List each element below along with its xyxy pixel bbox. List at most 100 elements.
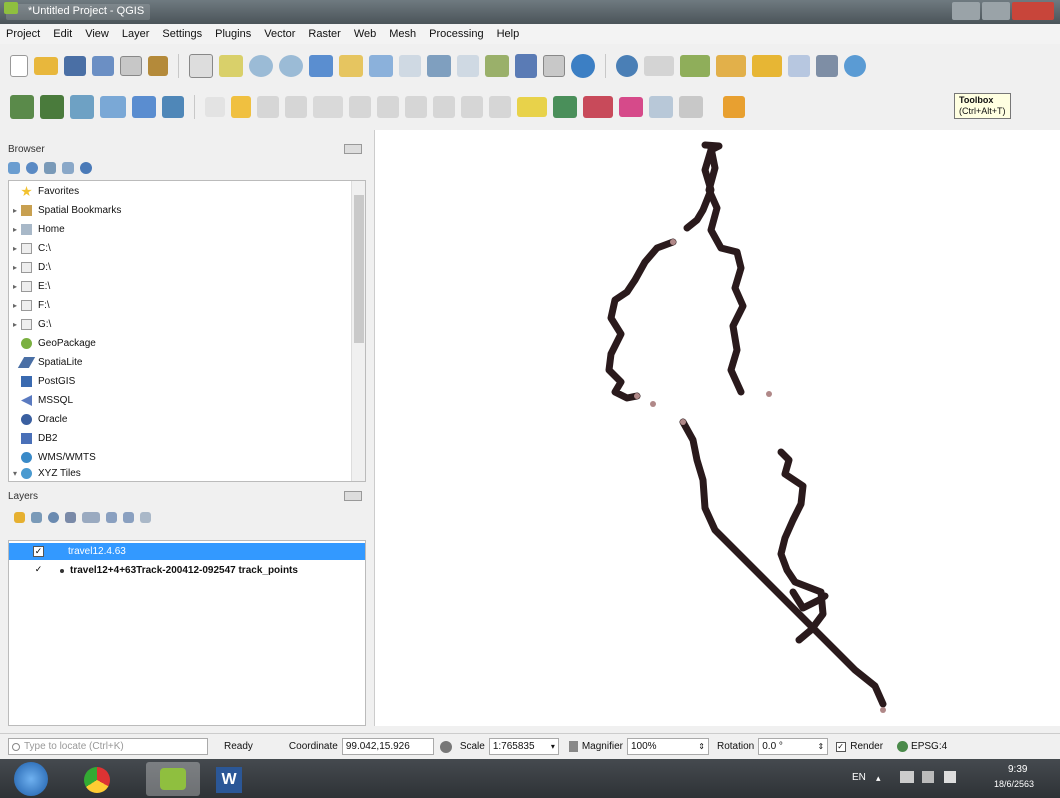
bookmark-new-icon[interactable] — [543, 55, 565, 77]
crs-globe-icon[interactable] — [897, 741, 909, 752]
add-group-icon[interactable] — [31, 512, 42, 523]
tree-item-xyz-tiles[interactable]: ▾ XYZ Tiles — [9, 466, 81, 481]
tray-up-arrow-icon[interactable]: ▴ — [876, 773, 881, 784]
move-label-icon[interactable] — [649, 96, 673, 118]
menu-web[interactable]: Web — [354, 28, 376, 40]
new-layer-icon[interactable] — [162, 96, 184, 118]
redo-icon[interactable] — [489, 96, 511, 118]
data-source-manager-icon[interactable] — [10, 95, 34, 119]
expand-icon[interactable]: ▸ — [9, 206, 21, 215]
zoom-out-icon[interactable] — [279, 55, 303, 77]
tree-item-geopackage[interactable]: GeoPackage — [9, 336, 96, 351]
close-button[interactable] — [1012, 2, 1054, 20]
layer-visibility-checkbox[interactable]: ✓ — [33, 546, 44, 557]
zoom-in-icon[interactable] — [249, 55, 273, 77]
magnifier-field[interactable]: 100% ⇕ — [626, 738, 709, 755]
vertex-tool-icon[interactable] — [313, 96, 343, 118]
crs-label[interactable]: EPSG:4 — [911, 741, 947, 752]
menu-edit[interactable]: Edit — [53, 28, 72, 40]
attribute-table-icon[interactable] — [752, 55, 782, 77]
expand-all-icon[interactable] — [106, 512, 117, 523]
filter-expression-icon[interactable] — [82, 512, 100, 523]
menu-mesh[interactable]: Mesh — [389, 28, 416, 40]
expand-icon[interactable]: ▸ — [9, 282, 21, 291]
save-as-icon[interactable] — [92, 56, 114, 76]
browser-tree[interactable]: Favorites ▸ Spatial Bookmarks ▸ Home ▸ C:\ … — [8, 180, 366, 482]
properties-icon[interactable] — [80, 162, 92, 174]
cut-features-icon[interactable] — [377, 96, 399, 118]
collapse-all-icon[interactable] — [62, 162, 74, 174]
tree-item-spatial-bookmarks[interactable]: ▸ Spatial Bookmarks — [9, 203, 121, 218]
browser-panel-dock-buttons[interactable] — [344, 144, 362, 154]
expand-icon[interactable]: ▸ — [9, 225, 21, 234]
tree-item-home[interactable]: ▸ Home — [9, 222, 65, 237]
collapse-all-icon[interactable] — [123, 512, 134, 523]
spinbox-arrows-icon[interactable]: ⇕ — [818, 742, 825, 751]
layers-panel-dock-buttons[interactable] — [344, 491, 362, 501]
manage-visibility-icon[interactable] — [48, 512, 59, 523]
language-indicator[interactable]: EN — [852, 772, 866, 783]
lock-icon[interactable] — [568, 741, 578, 752]
map-canvas[interactable] — [374, 130, 1060, 726]
expand-icon[interactable]: ▾ — [9, 469, 21, 478]
scale-field[interactable]: 1:765835 ▾ — [488, 738, 559, 755]
add-vector-icon[interactable] — [70, 95, 94, 119]
remove-layer-icon[interactable] — [140, 512, 151, 523]
undo-icon[interactable] — [461, 96, 483, 118]
zoom-last-icon[interactable] — [427, 55, 451, 77]
layer-visibility-checkbox[interactable]: ✓ — [33, 565, 44, 576]
refresh-icon[interactable] — [571, 54, 595, 78]
pan-icon[interactable] — [189, 54, 213, 78]
select-features-icon[interactable] — [644, 56, 674, 76]
new-3d-view-icon[interactable] — [515, 54, 537, 78]
refresh-icon[interactable] — [26, 162, 38, 174]
maximize-button[interactable] — [982, 2, 1010, 20]
menu-layer[interactable]: Layer — [122, 28, 150, 40]
print-layout-icon[interactable] — [120, 56, 142, 76]
style-panel-icon[interactable] — [14, 512, 25, 523]
tree-item-wms-wmts[interactable]: WMS/WMTS — [9, 450, 96, 465]
highlight-label-icon[interactable] — [619, 97, 643, 117]
menu-processing[interactable]: Processing — [429, 28, 483, 40]
menu-project[interactable]: Project — [6, 28, 40, 40]
spinbox-arrows-icon[interactable]: ⇕ — [698, 742, 705, 751]
tree-item-postgis[interactable]: PostGIS — [9, 374, 75, 389]
menu-plugins[interactable]: Plugins — [215, 28, 251, 40]
settings-gear-icon[interactable] — [844, 55, 866, 77]
tree-item-mssql[interactable]: MSSQL — [9, 393, 73, 408]
clock-date[interactable]: 18/6/2563 — [994, 779, 1034, 789]
zoom-next-icon[interactable] — [457, 55, 479, 77]
select-by-value-icon[interactable] — [680, 55, 710, 77]
expand-icon[interactable]: ▸ — [9, 301, 21, 310]
layer-row[interactable]: ✓ travel12+4+63Track-200412-092547 track… — [9, 562, 365, 579]
label-pin-icon[interactable] — [553, 96, 577, 118]
chrome-taskbar-button[interactable] — [72, 762, 122, 796]
delete-selected-icon[interactable] — [349, 96, 371, 118]
expand-icon[interactable]: ▸ — [9, 263, 21, 272]
tree-item-drive-f[interactable]: ▸ F:\ — [9, 298, 50, 313]
filter-icon[interactable] — [44, 162, 56, 174]
layout-manager-icon[interactable] — [148, 56, 168, 76]
new-map-view-icon[interactable] — [485, 55, 509, 77]
zoom-full-icon[interactable] — [309, 55, 333, 77]
save-edits-icon[interactable] — [257, 96, 279, 118]
coordinate-field[interactable]: 99.042,15.926 — [341, 738, 434, 755]
layer-row[interactable]: ✓ travel12.4.63 — [9, 543, 365, 560]
browser-scrollbar[interactable] — [351, 181, 365, 481]
expand-icon[interactable]: ▸ — [9, 320, 21, 329]
label-icon[interactable] — [517, 97, 547, 117]
zoom-native-icon[interactable] — [399, 55, 421, 77]
identify-icon[interactable] — [616, 55, 638, 77]
tree-item-spatialite[interactable]: SpatiaLite — [9, 355, 82, 370]
pan-to-selection-icon[interactable] — [219, 55, 243, 77]
new-shapefile-icon[interactable] — [132, 96, 156, 118]
word-taskbar-button[interactable]: W — [204, 762, 254, 796]
diagram-icon[interactable] — [583, 96, 613, 118]
paste-features-icon[interactable] — [433, 96, 455, 118]
deselect-icon[interactable] — [716, 55, 746, 77]
tree-item-favorites[interactable]: Favorites — [9, 184, 79, 199]
clock-time[interactable]: 9:39 — [1008, 764, 1027, 775]
tree-item-oracle[interactable]: Oracle — [9, 412, 67, 427]
volume-icon[interactable] — [944, 771, 956, 783]
copy-features-icon[interactable] — [405, 96, 427, 118]
